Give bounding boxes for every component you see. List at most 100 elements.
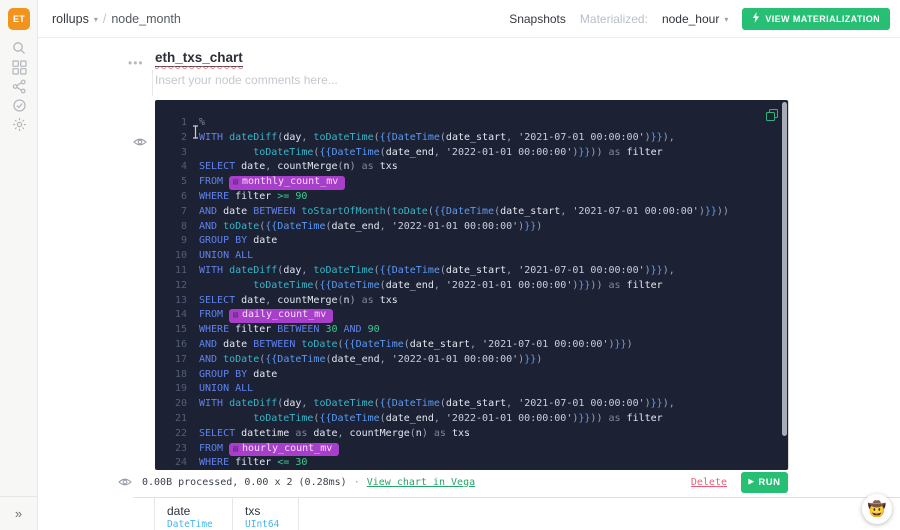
line-number: 18 xyxy=(155,368,187,383)
line-number: 16 xyxy=(155,338,187,353)
code-line[interactable]: 13SELECT date, countMerge(n) as txs xyxy=(155,294,788,309)
line-number: 9 xyxy=(155,234,187,249)
view-chart-vega-link[interactable]: View chart in Vega xyxy=(367,477,475,488)
line-number: 4 xyxy=(155,160,187,175)
datasource-pill[interactable]: ▤hourly_count_mv xyxy=(229,443,339,457)
breadcrumb-node[interactable]: node_month xyxy=(111,12,181,26)
code-line[interactable]: 4SELECT date, countMerge(n) as txs xyxy=(155,160,788,175)
run-label: RUN xyxy=(758,477,780,488)
column-type: UInt64 xyxy=(245,519,298,530)
line-number: 11 xyxy=(155,264,187,279)
line-number: 8 xyxy=(155,220,187,235)
results-column-txs[interactable]: txs UInt64 xyxy=(233,498,299,530)
node-options-menu[interactable]: ••• xyxy=(128,56,144,70)
node-comments-placeholder[interactable]: Insert your node comments here... xyxy=(155,73,338,87)
settings-gear-icon[interactable] xyxy=(12,117,27,132)
eye-icon[interactable] xyxy=(133,134,147,152)
view-materialization-label: VIEW MATERIALIZATION xyxy=(765,14,880,24)
play-icon: ▶ xyxy=(749,478,755,486)
editor-scrollbar-thumb[interactable] xyxy=(782,102,787,436)
line-number: 14 xyxy=(155,308,187,323)
datasources-icon[interactable] xyxy=(12,60,27,75)
datasource-icon: ▤ xyxy=(233,444,238,453)
node-rail-line xyxy=(152,70,153,96)
line-number: 23 xyxy=(155,442,187,457)
sql-editor[interactable]: 1%2WITH dateDiff(day, toDateTime({{DateT… xyxy=(155,100,788,470)
code-line[interactable]: 10UNION ALL xyxy=(155,249,788,264)
code-line[interactable]: 18GROUP BY date xyxy=(155,368,788,383)
code-line[interactable]: 5FROM ▤monthly_count_mv xyxy=(155,175,788,190)
workspace-logo[interactable]: ET xyxy=(8,8,30,30)
line-number: 15 xyxy=(155,323,187,338)
line-number: 21 xyxy=(155,412,187,427)
code-line[interactable]: 22SELECT datetime as date, countMerge(n)… xyxy=(155,427,788,442)
pipes-icon[interactable] xyxy=(12,79,27,94)
delete-node-link[interactable]: Delete xyxy=(691,477,727,488)
code-line[interactable]: 21 toDateTime({{DateTime(date_end, '2022… xyxy=(155,412,788,427)
code-line[interactable]: 23FROM ▤hourly_count_mv xyxy=(155,442,788,457)
view-materialization-button[interactable]: VIEW MATERIALIZATION xyxy=(742,8,890,30)
topbar: rollups ▾ / node_month Snapshots Materia… xyxy=(38,0,900,38)
datasource-pill[interactable]: ▤monthly_count_mv xyxy=(229,176,345,190)
column-type: DateTime xyxy=(167,519,232,530)
line-number: 17 xyxy=(155,353,187,368)
materialized-value: node_hour xyxy=(662,12,719,26)
materialized-dropdown[interactable]: node_hour ▾ xyxy=(662,12,728,26)
snapshots-link[interactable]: Snapshots xyxy=(509,12,566,26)
breadcrumb-separator: / xyxy=(103,12,106,26)
sidebar-nav xyxy=(0,41,38,136)
statusbar: 0.00B processed, 0.00 x 2 (0.28ms) · Vie… xyxy=(118,470,788,494)
breadcrumb-workspace[interactable]: rollups xyxy=(52,12,89,26)
line-number: 2 xyxy=(155,131,187,146)
line-number: 7 xyxy=(155,205,187,220)
checks-icon[interactable] xyxy=(12,98,27,113)
line-number: 10 xyxy=(155,249,187,264)
dot-separator: · xyxy=(354,477,360,488)
code-line[interactable]: 1% xyxy=(155,116,788,131)
line-number: 20 xyxy=(155,397,187,412)
code-line[interactable]: 15WHERE filter BETWEEN 30 AND 90 xyxy=(155,323,788,338)
search-icon[interactable] xyxy=(12,41,27,56)
code-line[interactable]: 11WITH dateDiff(day, toDateTime({{DateTi… xyxy=(155,264,788,279)
code-line[interactable]: 7AND date BETWEEN toStartOfMonth(toDate(… xyxy=(155,205,788,220)
eye-icon[interactable] xyxy=(118,477,132,487)
datasource-icon: ▤ xyxy=(233,310,238,319)
copy-code-icon[interactable] xyxy=(766,108,778,126)
results-column-date[interactable]: date DateTime xyxy=(155,498,233,530)
topbar-actions: Snapshots Materialized: node_hour ▾ VIEW… xyxy=(509,8,900,30)
breadcrumb: rollups ▾ / node_month xyxy=(38,12,181,26)
column-name: txs xyxy=(245,504,298,518)
query-stats: 0.00B processed, 0.00 x 2 (0.28ms) xyxy=(142,477,347,488)
bolt-icon xyxy=(752,12,760,25)
app-root: ET » rollups ▾ / node_month xyxy=(0,0,900,530)
code-line[interactable]: 16AND date BETWEEN toDate({{DateTime(dat… xyxy=(155,338,788,353)
line-number: 6 xyxy=(155,190,187,205)
code-line[interactable]: 12 toDateTime({{DateTime(date_end, '2022… xyxy=(155,279,788,294)
code-line[interactable]: 9GROUP BY date xyxy=(155,234,788,249)
datasource-pill[interactable]: ▤daily_count_mv xyxy=(229,309,333,323)
code-line[interactable]: 2WITH dateDiff(day, toDateTime({{DateTim… xyxy=(155,131,788,146)
line-number: 5 xyxy=(155,175,187,190)
line-number: 1 xyxy=(155,116,187,131)
line-number: 19 xyxy=(155,382,187,397)
line-number: 3 xyxy=(155,146,187,161)
help-emoji-button[interactable]: 🤠 xyxy=(862,494,892,524)
code-line[interactable]: 19UNION ALL xyxy=(155,382,788,397)
chevron-down-icon: ▾ xyxy=(724,15,728,24)
line-number: 12 xyxy=(155,279,187,294)
code-line[interactable]: 3 toDateTime({{DateTime(date_end, '2022-… xyxy=(155,146,788,161)
code-line[interactable]: 17AND toDate({{DateTime(date_end, '2022-… xyxy=(155,353,788,368)
results-table: date DateTime txs UInt64 xyxy=(133,497,900,530)
code-line[interactable]: 8AND toDate({{DateTime(date_end, '2022-0… xyxy=(155,220,788,235)
code-line[interactable]: 6WHERE filter >= 90 xyxy=(155,190,788,205)
chevron-down-icon: ▾ xyxy=(94,15,98,24)
line-number: 24 xyxy=(155,456,187,470)
run-button[interactable]: ▶ RUN xyxy=(741,472,788,493)
node-title[interactable]: eth_txs_chart xyxy=(155,50,243,67)
code-line[interactable]: 24WHERE filter <= 30 xyxy=(155,456,788,470)
code-line[interactable]: 20WITH dateDiff(day, toDateTime({{DateTi… xyxy=(155,397,788,412)
sidebar-expand-button[interactable]: » xyxy=(0,496,37,530)
code-line[interactable]: 14FROM ▤daily_count_mv xyxy=(155,308,788,323)
datasource-icon: ▤ xyxy=(233,177,238,186)
line-number: 22 xyxy=(155,427,187,442)
